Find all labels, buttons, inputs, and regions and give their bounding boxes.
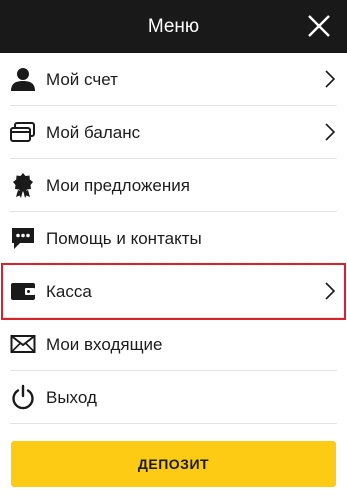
- chat-bubble-icon: [12, 228, 34, 249]
- menu-item-inbox[interactable]: Мои входящие: [10, 318, 337, 371]
- deposit-button[interactable]: ДЕПОЗИТ: [11, 441, 336, 487]
- chevron-right-icon: [325, 70, 335, 88]
- user-icon: [11, 68, 35, 91]
- close-icon[interactable]: [305, 12, 333, 40]
- menu-item-my-account[interactable]: Мой счет: [10, 53, 337, 106]
- menu-item-label: Мой баланс: [46, 123, 141, 142]
- menu-item-help-contacts[interactable]: Помощь и контакты: [10, 212, 337, 265]
- wallet-icon: [11, 283, 35, 300]
- menu-item-cashier[interactable]: Касса: [1, 263, 346, 320]
- menu-item-label: Мои входящие: [46, 335, 163, 354]
- menu-header: Меню: [0, 0, 347, 53]
- menu-item-label: Помощь и контакты: [46, 229, 202, 248]
- wallet-cards-icon: [10, 122, 35, 142]
- menu-item-label: Выход: [46, 388, 97, 407]
- menu-item-my-offers[interactable]: Мои предложения: [10, 159, 337, 212]
- award-badge-icon: [13, 173, 33, 198]
- menu-item-logout[interactable]: Выход: [10, 371, 337, 424]
- menu-list: Мой счет Мой баланс Мои предложения Помо…: [0, 53, 347, 424]
- menu-item-label: Касса: [46, 282, 92, 301]
- menu-item-label: Мой счет: [46, 70, 118, 89]
- menu-item-label: Мои предложения: [46, 176, 190, 195]
- menu-item-my-balance[interactable]: Мой баланс: [10, 106, 337, 159]
- chevron-right-icon: [325, 123, 335, 141]
- envelope-icon: [10, 335, 36, 353]
- page-title: Меню: [147, 16, 200, 37]
- chevron-right-icon: [325, 282, 335, 300]
- power-icon: [12, 384, 34, 410]
